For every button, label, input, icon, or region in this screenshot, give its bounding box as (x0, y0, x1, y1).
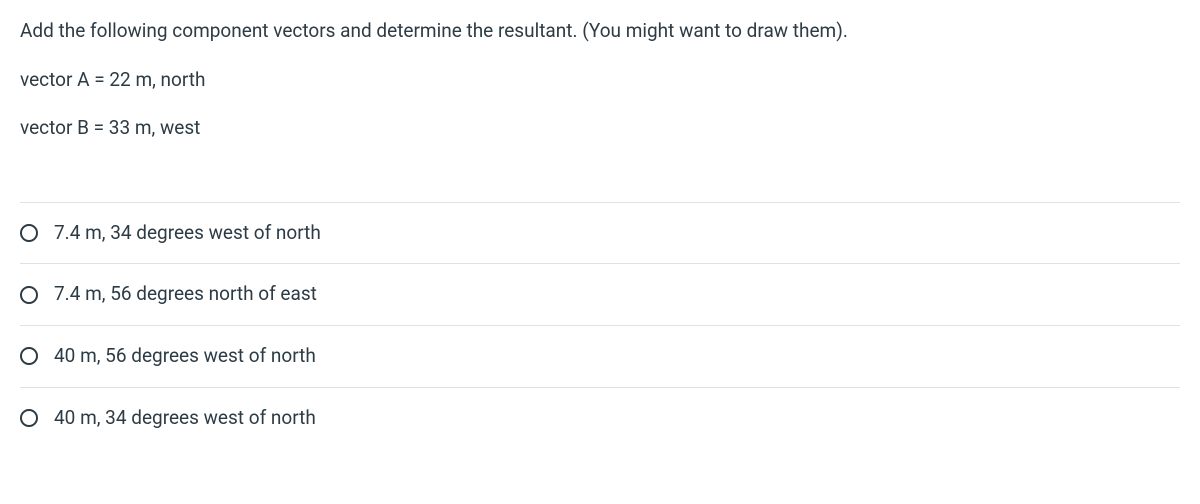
options-list: 7.4 m, 34 degrees west of north 7.4 m, 5… (20, 202, 1180, 431)
option-row[interactable]: 40 m, 34 degrees west of north (20, 387, 1180, 432)
vector-b-text: vector B = 33 m, west (20, 115, 1180, 142)
radio-icon[interactable] (20, 409, 38, 427)
option-label: 7.4 m, 56 degrees north of east (54, 281, 317, 308)
vector-a-text: vector A = 22 m, north (20, 67, 1180, 94)
radio-icon[interactable] (20, 347, 38, 365)
option-row[interactable]: 7.4 m, 56 degrees north of east (20, 263, 1180, 325)
question-prompt: Add the following component vectors and … (20, 18, 1180, 45)
radio-icon[interactable] (20, 286, 38, 304)
option-label: 40 m, 34 degrees west of north (54, 405, 316, 432)
option-row[interactable]: 7.4 m, 34 degrees west of north (20, 202, 1180, 264)
option-row[interactable]: 40 m, 56 degrees west of north (20, 325, 1180, 387)
radio-icon[interactable] (20, 224, 38, 242)
option-label: 40 m, 56 degrees west of north (54, 343, 316, 370)
option-label: 7.4 m, 34 degrees west of north (54, 220, 321, 247)
question-block: Add the following component vectors and … (20, 18, 1180, 142)
